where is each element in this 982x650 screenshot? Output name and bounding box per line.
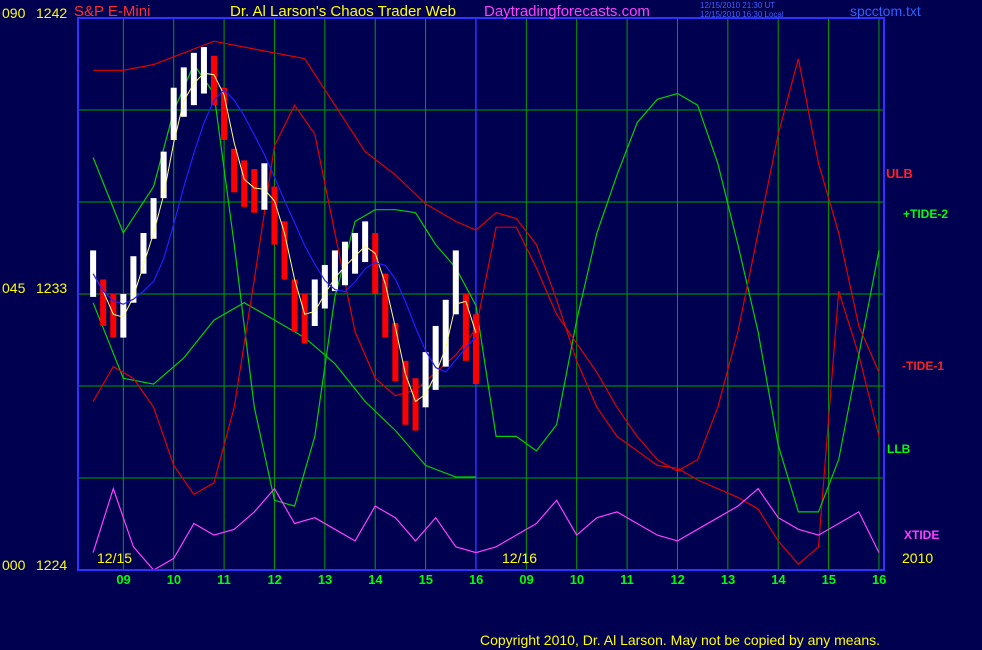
series-line xyxy=(92,302,476,478)
hour-tick-label: 13 xyxy=(720,572,736,587)
hour-tick-label: 12 xyxy=(670,572,685,587)
price-bar xyxy=(251,169,258,213)
price-bar xyxy=(90,250,97,297)
price-bar xyxy=(392,323,399,382)
price-bar xyxy=(331,250,338,292)
price-bar xyxy=(200,47,207,94)
grid xyxy=(78,18,884,570)
date-label-day2: 12/16 xyxy=(502,550,538,566)
timestamp-local: 12/15/2010 16:30 Local xyxy=(700,10,784,19)
price-bar xyxy=(231,148,238,193)
price-bar xyxy=(341,241,348,286)
hour-tick-label: 10 xyxy=(166,572,182,587)
series-line xyxy=(92,63,880,513)
series-line xyxy=(92,58,880,496)
price-bar xyxy=(422,352,429,408)
price-bar xyxy=(261,163,268,210)
hour-tick-label: 16 xyxy=(871,572,887,587)
legend-tide1: -TIDE-1 xyxy=(902,359,944,373)
copyright-notice: Copyright 2010, Dr. Al Larson. May not b… xyxy=(480,632,881,648)
date-label-day1: 12/15 xyxy=(97,550,133,566)
series-line xyxy=(93,40,880,566)
price-bars xyxy=(90,47,479,431)
series-lines xyxy=(92,40,880,571)
timestamp-ut: 12/15/2010 21:30 UT xyxy=(700,1,776,10)
y-mid-pct: 045 xyxy=(2,280,26,296)
price-bar xyxy=(160,151,167,199)
series-line xyxy=(92,486,880,571)
hour-tick-label: 15 xyxy=(418,572,434,587)
hour-tick-label: 14 xyxy=(368,572,383,587)
price-bar xyxy=(281,221,288,280)
hour-tick-label: 15 xyxy=(821,572,837,587)
hour-tick-label: 12 xyxy=(267,572,282,587)
price-bar xyxy=(190,52,197,106)
price-bar xyxy=(241,160,248,207)
y-bottom-price: 1224 xyxy=(36,557,68,573)
price-bar xyxy=(271,186,278,245)
hour-tick-label: 14 xyxy=(771,572,786,587)
instrument-label: S&P E-Mini xyxy=(74,3,151,20)
price-bar xyxy=(321,264,328,309)
year-label: 2010 xyxy=(902,550,934,566)
site-link[interactable]: Daytradingforecasts.com xyxy=(484,4,650,19)
hour-tick-label: 10 xyxy=(569,572,585,587)
price-bar xyxy=(301,294,308,344)
hour-tick-label: 13 xyxy=(317,572,333,587)
price-bar xyxy=(402,360,409,425)
hour-tick-label: 09 xyxy=(519,572,534,587)
legend-llb: LLB xyxy=(887,442,911,456)
hour-tick-label: 11 xyxy=(620,572,634,587)
price-bar xyxy=(362,221,369,263)
price-bar xyxy=(442,299,449,367)
data-filename: spcctom.txt xyxy=(850,3,921,19)
chart-title: Dr. Al Larson's Chaos Trader Web xyxy=(230,3,457,20)
y-top-pct: 090 xyxy=(2,5,26,21)
legend-xtide: XTIDE xyxy=(904,528,940,542)
hour-tick-label: 11 xyxy=(217,572,231,587)
hour-tick-label: 09 xyxy=(116,572,131,587)
price-bar xyxy=(140,232,147,274)
price-bar xyxy=(352,232,359,274)
y-mid-price: 1233 xyxy=(36,280,68,296)
y-bottom-pct: 000 xyxy=(2,557,26,573)
y-top-price: 1242 xyxy=(36,5,68,21)
legend-tide2: +TIDE-2 xyxy=(903,207,949,221)
legend-ulb: ULB xyxy=(886,166,913,181)
price-bar xyxy=(412,378,419,431)
price-bar xyxy=(432,325,439,390)
hour-tick-label: 16 xyxy=(468,572,484,587)
chaos-chart xyxy=(77,17,885,571)
price-bar xyxy=(311,279,318,326)
price-bar xyxy=(120,294,127,338)
